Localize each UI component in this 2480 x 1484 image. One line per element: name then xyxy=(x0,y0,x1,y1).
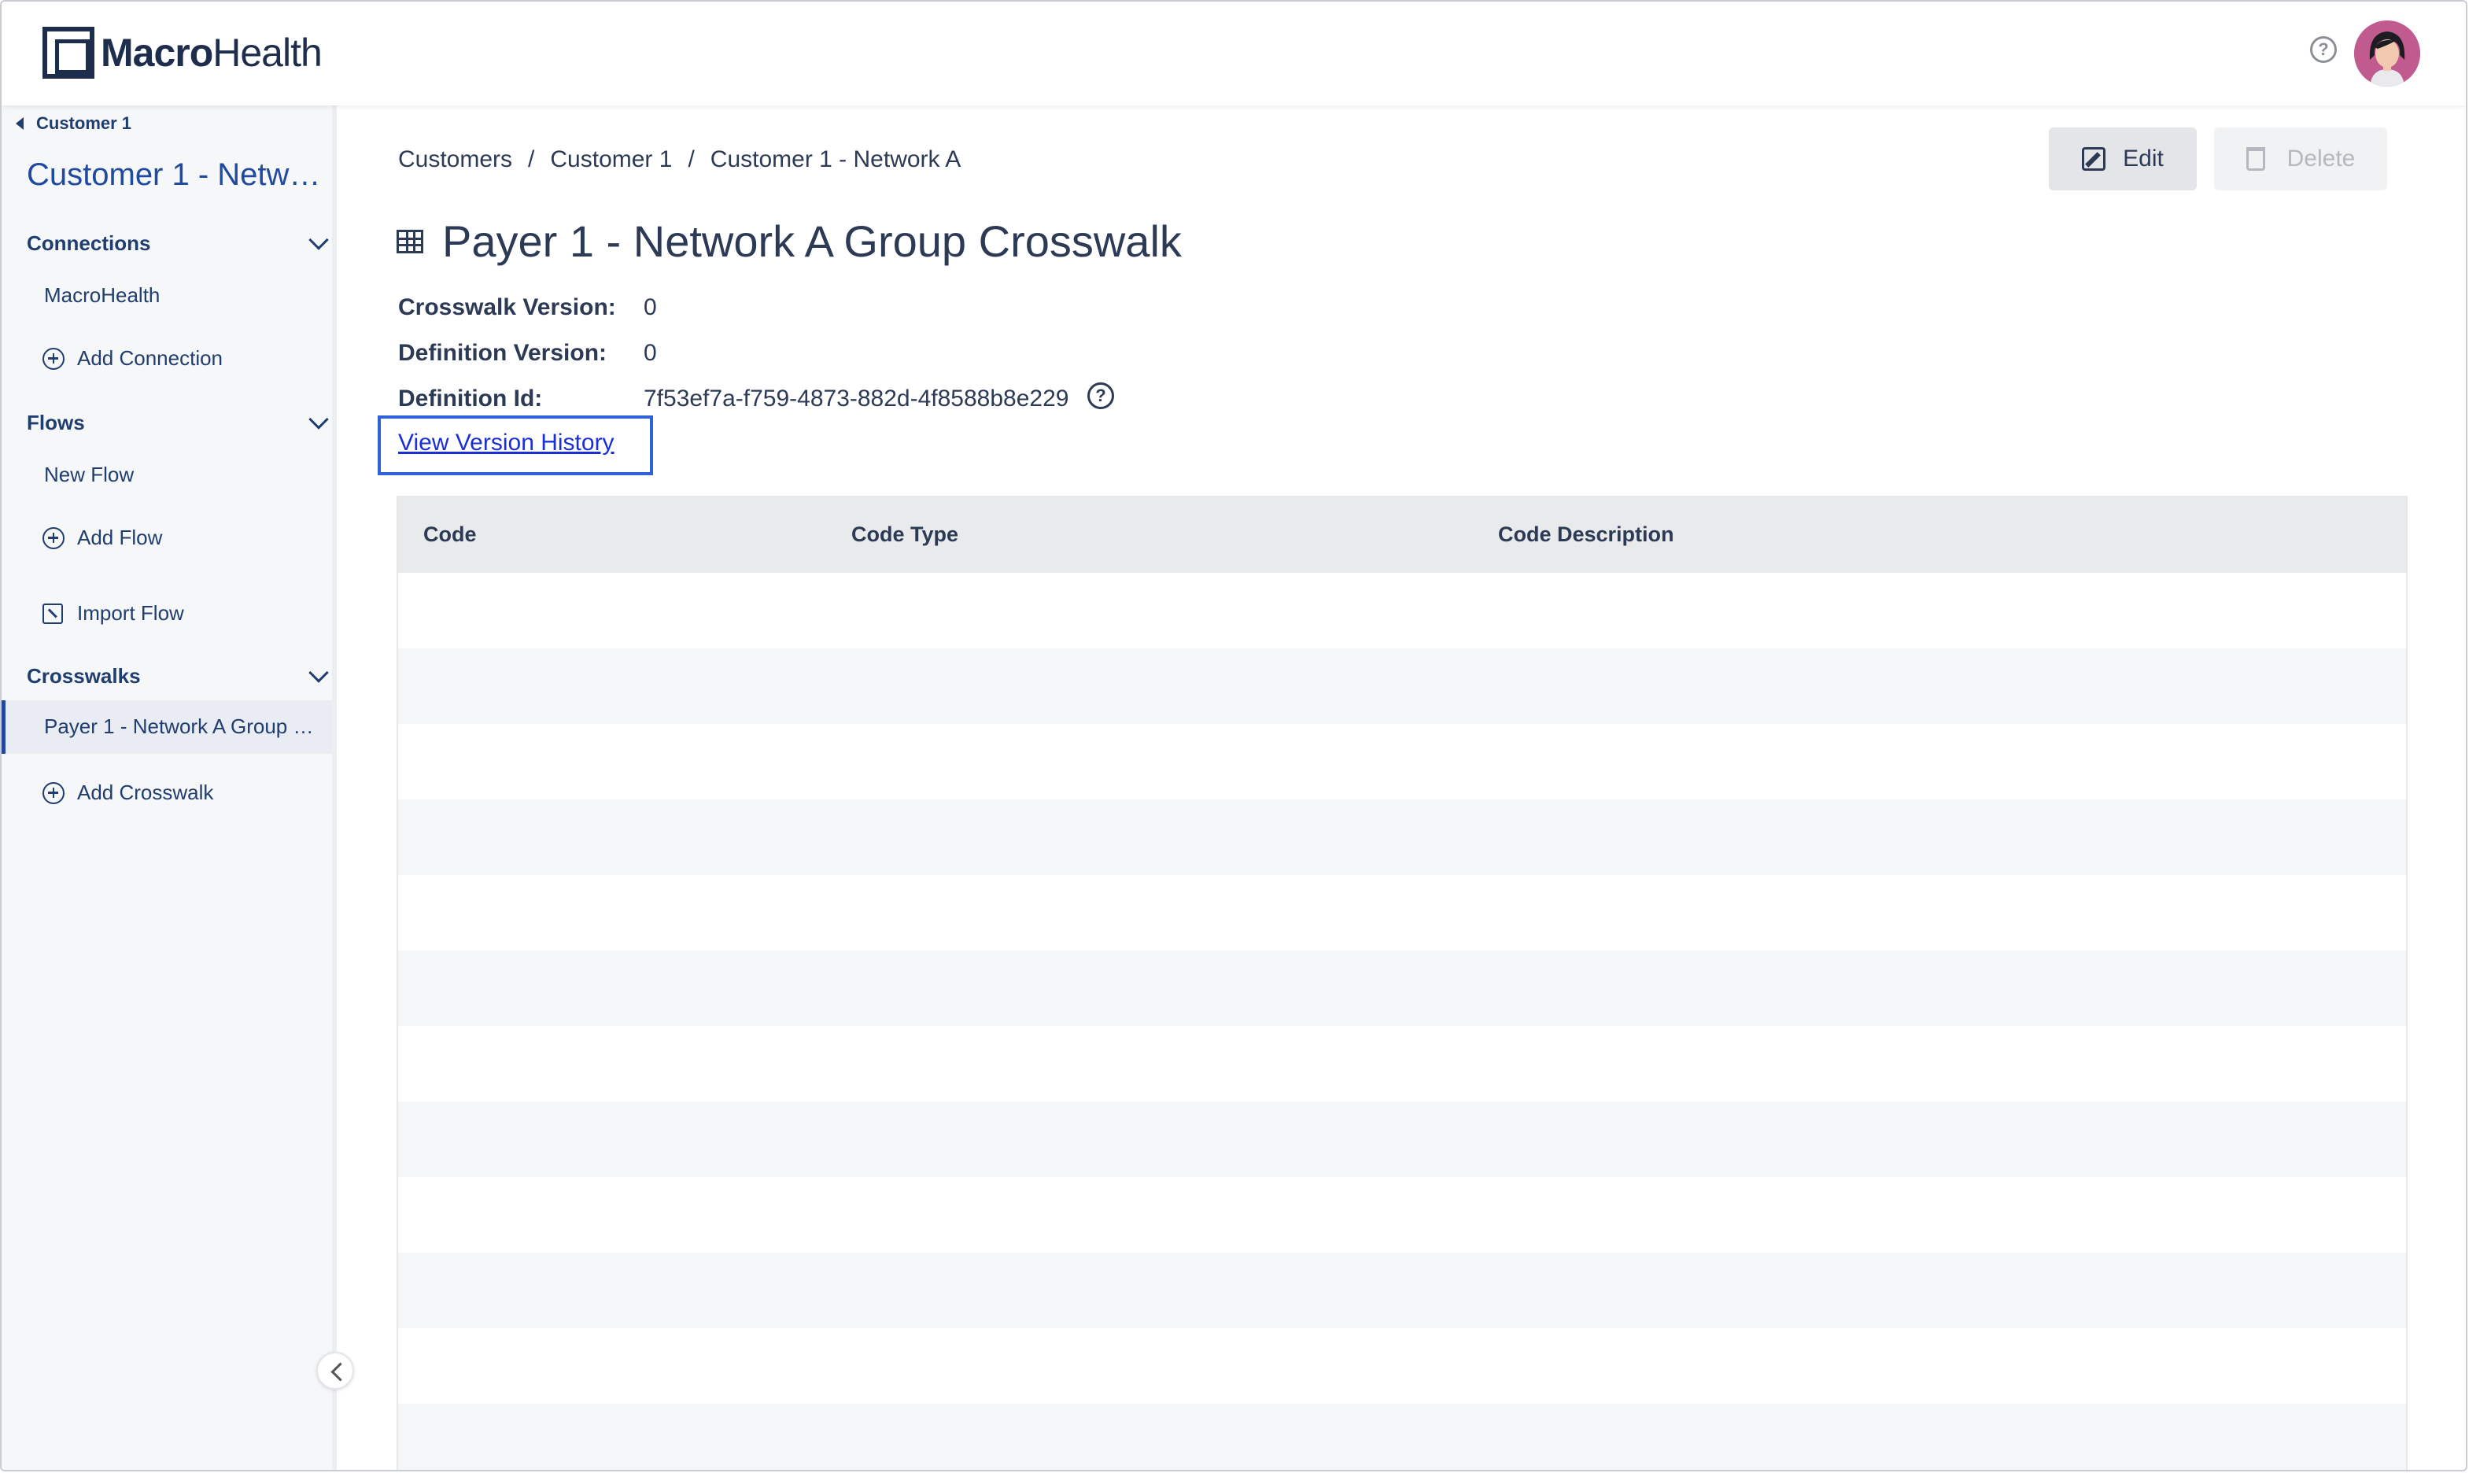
logo-text: MacroHealth xyxy=(101,31,323,75)
sidebar-title: Customer 1 - Network A xyxy=(27,157,326,192)
table-row xyxy=(398,573,2406,648)
edit-button-label: Edit xyxy=(2123,146,2164,172)
table-row xyxy=(398,1404,2406,1470)
add-connection-label: Add Connection xyxy=(77,346,223,370)
crosswalk-version-value: 0 xyxy=(644,294,657,320)
import-icon xyxy=(42,603,63,624)
table-body xyxy=(398,573,2406,1470)
section-crosswalks-label: Crosswalks xyxy=(27,664,141,688)
table-row xyxy=(398,1102,2406,1177)
top-bar: MacroHealth ? xyxy=(2,2,2466,105)
add-flow-button[interactable]: Add Flow xyxy=(42,526,162,550)
column-header-code-description[interactable]: Code Description xyxy=(1498,522,1674,547)
definition-id-value: 7f53ef7a-f759-4873-882d-4f8588b8e229 xyxy=(644,386,1069,412)
chevron-down-icon xyxy=(308,230,329,250)
import-flow-button[interactable]: Import Flow xyxy=(42,601,184,626)
add-crosswalk-button[interactable]: Add Crosswalk xyxy=(42,781,213,805)
sidebar-item-payer-crosswalk[interactable]: Payer 1 - Network A Group Crosswalk xyxy=(2,700,332,754)
table-header: Code Code Type Code Description xyxy=(398,497,2406,573)
delete-button-label: Delete xyxy=(2286,146,2356,172)
collapse-sidebar-button[interactable] xyxy=(316,1352,354,1390)
add-flow-label: Add Flow xyxy=(77,526,163,549)
table-row xyxy=(398,1253,2406,1328)
definition-id-help-icon[interactable]: ? xyxy=(1087,382,1114,409)
table-row xyxy=(398,1177,2406,1253)
logo-mark-icon xyxy=(42,27,94,79)
breadcrumb-customers[interactable]: Customers xyxy=(398,146,512,173)
breadcrumb-separator: / xyxy=(688,146,695,172)
add-circle-icon xyxy=(42,347,65,370)
column-header-code-type[interactable]: Code Type xyxy=(851,522,958,547)
breadcrumb: Customers / Customer 1 / Customer 1 - Ne… xyxy=(398,146,961,173)
table-row xyxy=(398,1328,2406,1404)
help-icon[interactable]: ? xyxy=(2310,36,2337,63)
page-title: Payer 1 - Network A Group Crosswalk xyxy=(442,216,1182,266)
back-to-customer-link[interactable]: Customer 1 xyxy=(16,113,131,134)
caret-left-icon xyxy=(16,117,24,130)
chevron-down-icon xyxy=(308,663,329,683)
breadcrumb-separator: / xyxy=(528,146,535,172)
column-header-code[interactable]: Code xyxy=(423,522,477,547)
sidebar: Customer 1 Customer 1 - Network A Connec… xyxy=(2,105,337,1470)
section-flows[interactable]: Flows xyxy=(27,409,329,435)
delete-button[interactable]: Delete xyxy=(2214,127,2387,190)
add-crosswalk-label: Add Crosswalk xyxy=(77,781,214,804)
table-row xyxy=(398,1026,2406,1102)
add-circle-icon xyxy=(42,781,65,804)
breadcrumb-network-a[interactable]: Customer 1 - Network A xyxy=(710,146,961,173)
back-link-label: Customer 1 xyxy=(36,113,132,133)
import-flow-label: Import Flow xyxy=(77,601,184,625)
sidebar-item-label: Payer 1 - Network A Group Crosswalk xyxy=(44,714,327,738)
crosswalk-table: Code Code Type Code Description xyxy=(397,496,2408,1470)
table-row xyxy=(398,951,2406,1026)
definition-version-label: Definition Version: xyxy=(398,340,607,366)
table-row xyxy=(398,724,2406,799)
definition-id-label: Definition Id: xyxy=(398,386,543,412)
add-circle-icon xyxy=(42,526,65,549)
table-icon xyxy=(397,229,423,253)
section-crosswalks[interactable]: Crosswalks xyxy=(27,663,329,688)
page-header: Payer 1 - Network A Group Crosswalk xyxy=(397,216,1182,267)
section-connections[interactable]: Connections xyxy=(27,230,329,256)
breadcrumb-customer-1[interactable]: Customer 1 xyxy=(550,146,672,173)
add-connection-button[interactable]: Add Connection xyxy=(42,346,223,371)
user-avatar[interactable] xyxy=(2354,20,2420,87)
section-connections-label: Connections xyxy=(27,231,151,255)
macrohealth-logo[interactable]: MacroHealth xyxy=(42,25,323,80)
chevron-down-icon xyxy=(308,409,329,430)
view-version-history-link[interactable]: View Version History xyxy=(398,430,614,456)
edit-button[interactable]: Edit xyxy=(2049,127,2197,190)
pencil-icon xyxy=(2082,147,2106,171)
app-window: MacroHealth ? Customer 1 Customer 1 - Ne… xyxy=(0,0,2467,1471)
trash-icon xyxy=(2246,147,2265,171)
table-row xyxy=(398,875,2406,951)
table-row xyxy=(398,799,2406,875)
avatar-portrait-icon xyxy=(2354,20,2420,87)
definition-version-value: 0 xyxy=(644,340,657,366)
sidebar-item-new-flow[interactable]: New Flow xyxy=(44,463,134,487)
sidebar-item-macrohealth[interactable]: MacroHealth xyxy=(44,283,160,308)
crosswalk-version-label: Crosswalk Version: xyxy=(398,294,616,320)
table-row xyxy=(398,648,2406,724)
section-flows-label: Flows xyxy=(27,411,85,434)
